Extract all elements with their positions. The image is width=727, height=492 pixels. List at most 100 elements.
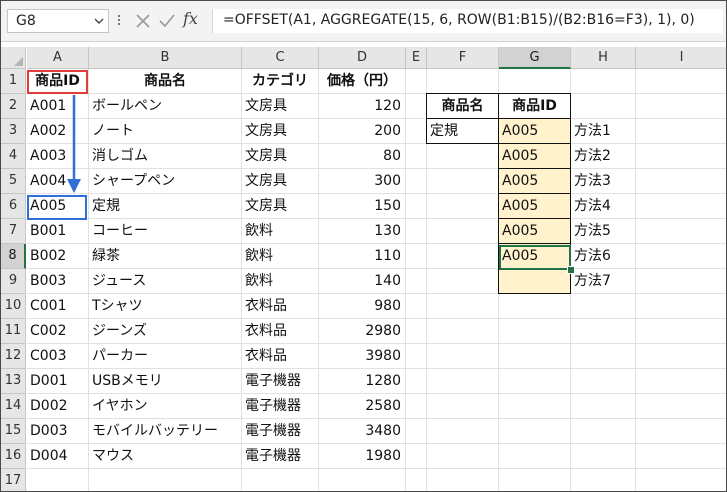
cell-h14[interactable] — [571, 394, 636, 419]
cell-e9[interactable] — [406, 269, 427, 294]
cell-h12[interactable] — [571, 344, 636, 369]
formula-input[interactable]: =OFFSET(A1, AGGREGATE(15, 6, ROW(B1:B15)… — [212, 9, 723, 33]
cell-f13[interactable] — [427, 369, 499, 394]
cell-i2[interactable] — [636, 94, 726, 119]
cell-b4[interactable]: 消しゴム — [89, 144, 242, 169]
insert-function-button[interactable]: fx — [183, 9, 198, 28]
row-header-8[interactable]: 8 — [1, 244, 26, 269]
cell-c11[interactable]: 衣料品 — [242, 319, 319, 344]
cancel-icon[interactable] — [133, 11, 153, 31]
cell-b1[interactable]: 商品名 — [89, 69, 242, 94]
chevron-down-icon[interactable] — [94, 16, 104, 26]
cell-e15[interactable] — [406, 419, 427, 444]
row-header-12[interactable]: 12 — [1, 344, 26, 369]
cell-c1[interactable]: カテゴリ — [242, 69, 319, 94]
cell-e11[interactable] — [406, 319, 427, 344]
row-header-11[interactable]: 11 — [1, 319, 26, 344]
cell-i9[interactable] — [636, 269, 726, 294]
cell-e8[interactable] — [406, 244, 427, 269]
row-header-10[interactable]: 10 — [1, 294, 26, 319]
select-all-corner[interactable] — [1, 47, 26, 69]
cell-i1[interactable] — [636, 69, 726, 94]
cell-f2[interactable]: 商品名 — [426, 93, 499, 119]
cell-a7[interactable]: B001 — [27, 219, 89, 244]
cell-a1[interactable]: 商品ID — [27, 69, 89, 94]
cell-c6[interactable]: 文房具 — [242, 194, 319, 219]
cell-f9[interactable] — [427, 269, 499, 294]
cell-c14[interactable]: 電子機器 — [242, 394, 319, 419]
cell-a3[interactable]: A002 — [27, 119, 89, 144]
cell-e13[interactable] — [406, 369, 427, 394]
cell-i13[interactable] — [636, 369, 726, 394]
cell-b10[interactable]: Tシャツ — [89, 294, 242, 319]
column-header-b[interactable]: B — [89, 47, 242, 69]
cell-b16[interactable]: マウス — [89, 444, 242, 469]
cell-g4[interactable]: A005 — [498, 143, 571, 169]
cell-i14[interactable] — [636, 394, 726, 419]
cell-a2[interactable]: A001 — [27, 94, 89, 119]
cell-f7[interactable] — [427, 219, 499, 244]
cell-d13[interactable]: 1280 — [319, 369, 406, 394]
column-header-a[interactable]: A — [27, 47, 89, 69]
row-header-2[interactable]: 2 — [1, 94, 26, 119]
cell-f12[interactable] — [427, 344, 499, 369]
cell-e16[interactable] — [406, 444, 427, 469]
cell-h17[interactable] — [571, 469, 636, 491]
cell-c4[interactable]: 文房具 — [242, 144, 319, 169]
cell-f4[interactable] — [427, 144, 499, 169]
cell-d8[interactable]: 110 — [319, 244, 406, 269]
cell-c2[interactable]: 文房具 — [242, 94, 319, 119]
cell-a16[interactable]: D004 — [27, 444, 89, 469]
enter-check-icon[interactable] — [157, 11, 177, 31]
cell-d6[interactable]: 150 — [319, 194, 406, 219]
row-header-7[interactable]: 7 — [1, 219, 26, 244]
cell-h10[interactable] — [571, 294, 636, 319]
cell-i8[interactable] — [636, 244, 726, 269]
cell-h11[interactable] — [571, 319, 636, 344]
cell-b14[interactable]: イヤホン — [89, 394, 242, 419]
cell-e14[interactable] — [406, 394, 427, 419]
cell-g11[interactable] — [499, 319, 571, 344]
row-header-16[interactable]: 16 — [1, 444, 26, 469]
cell-g3[interactable]: A005 — [498, 118, 571, 144]
cell-i12[interactable] — [636, 344, 726, 369]
cell-a17[interactable] — [27, 469, 89, 491]
cell-c15[interactable]: 電子機器 — [242, 419, 319, 444]
cell-i10[interactable] — [636, 294, 726, 319]
cell-d10[interactable]: 980 — [319, 294, 406, 319]
fill-handle[interactable] — [567, 266, 575, 274]
row-header-4[interactable]: 4 — [1, 144, 26, 169]
cell-a12[interactable]: C003 — [27, 344, 89, 369]
cell-h2[interactable] — [571, 94, 636, 119]
cell-g1[interactable] — [499, 69, 571, 94]
cell-d12[interactable]: 3980 — [319, 344, 406, 369]
cell-h4[interactable]: 方法2 — [571, 144, 636, 169]
cell-a10[interactable]: C001 — [27, 294, 89, 319]
cell-e1[interactable] — [406, 69, 427, 94]
cell-d11[interactable]: 2980 — [319, 319, 406, 344]
cell-a15[interactable]: D003 — [27, 419, 89, 444]
column-header-h[interactable]: H — [571, 47, 636, 69]
cell-h8[interactable]: 方法6 — [571, 244, 636, 269]
cell-d7[interactable]: 130 — [319, 219, 406, 244]
cell-i16[interactable] — [636, 444, 726, 469]
cell-b6[interactable]: 定規 — [89, 194, 242, 219]
cell-b11[interactable]: ジーンズ — [89, 319, 242, 344]
cell-d15[interactable]: 3480 — [319, 419, 406, 444]
row-header-3[interactable]: 3 — [1, 119, 26, 144]
column-header-f[interactable]: F — [427, 47, 499, 69]
cell-d14[interactable]: 2580 — [319, 394, 406, 419]
column-header-c[interactable]: C — [242, 47, 319, 69]
cell-c13[interactable]: 電子機器 — [242, 369, 319, 394]
cell-d2[interactable]: 120 — [319, 94, 406, 119]
cell-a11[interactable]: C002 — [27, 319, 89, 344]
cell-g5[interactable]: A005 — [498, 168, 571, 194]
column-header-i[interactable]: I — [636, 47, 726, 69]
cell-b17[interactable] — [89, 469, 242, 491]
cell-d17[interactable] — [319, 469, 406, 491]
cell-b7[interactable]: コーヒー — [89, 219, 242, 244]
cell-b5[interactable]: シャープペン — [89, 169, 242, 194]
cell-a4[interactable]: A003 — [27, 144, 89, 169]
cell-d16[interactable]: 1980 — [319, 444, 406, 469]
cell-g16[interactable] — [499, 444, 571, 469]
